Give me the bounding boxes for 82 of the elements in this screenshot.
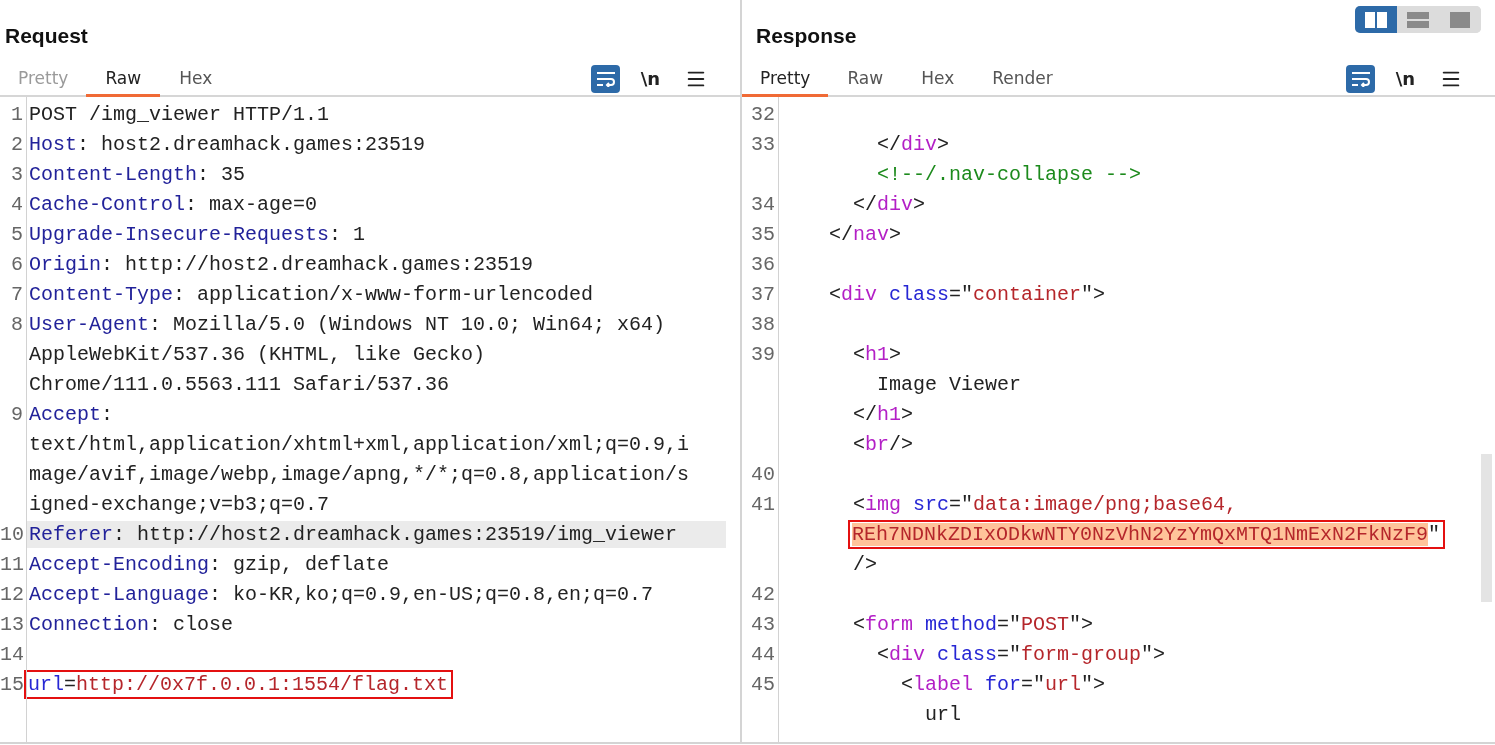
line-number: 43 <box>750 612 776 636</box>
line-number: 37 <box>750 282 776 306</box>
code-line: Origin: http://host2.dreamhack.games:23519 <box>28 251 534 278</box>
line-number: 2 <box>10 132 24 156</box>
line-number: 12 <box>0 582 25 606</box>
line-number: 4 <box>10 192 24 216</box>
line-number: 42 <box>750 582 776 606</box>
rows-icon <box>1407 11 1429 28</box>
tab[interactable]: Hex <box>160 62 232 97</box>
wrap-button[interactable] <box>591 64 620 93</box>
code-line: POST /img_viewer HTTP/1.1 <box>28 101 330 128</box>
tab[interactable]: Render <box>973 62 1072 97</box>
wrap-icon <box>595 70 616 87</box>
code-line: Chrome/111.0.5563.111 Safari/537.36 <box>28 371 450 398</box>
code-line: <img src="data:image/png;base64, <box>852 491 1238 518</box>
marked-code: REh7NDNkZDIxODkwNTY0NzVhN2YzYmQxMTQ1NmExN2FkNzF9" <box>848 519 1446 549</box>
line-number: 14 <box>0 642 25 666</box>
marked-code: url=http://0x7f.0.0.1:1554/flag.txt <box>24 669 454 699</box>
pane-title: Request <box>5 24 88 48</box>
code-line: Content-Length: 35 <box>28 161 246 188</box>
code-line: igned-exchange;v=b3;q=0.7 <box>28 491 330 518</box>
code-line: <div class="form-group"> <box>876 641 1166 668</box>
code-line: Accept-Encoding: gzip, deflate <box>28 551 390 578</box>
columns-icon <box>1365 11 1387 28</box>
code-line: </div> <box>876 131 950 158</box>
code-line: <form method="POST"> <box>852 611 1094 638</box>
line-number: 13 <box>0 612 25 636</box>
code-line: </h1> <box>852 401 914 428</box>
line-number: 41 <box>750 492 776 516</box>
line-number: 39 <box>750 342 776 366</box>
code-line: </div> <box>852 191 926 218</box>
tab[interactable]: Pretty <box>742 62 829 97</box>
newline-toggle[interactable]: \n <box>1391 64 1420 93</box>
line-number: 3 <box>10 162 24 186</box>
line-number: 33 <box>750 132 776 156</box>
line-number: 11 <box>0 552 25 576</box>
code-line: <div class="container"> <box>828 281 1106 308</box>
line-number: 8 <box>10 312 24 336</box>
wrap-button[interactable] <box>1346 64 1375 93</box>
newline-toggle[interactable]: \n <box>636 64 665 93</box>
tab[interactable]: Hex <box>902 62 974 97</box>
code-line: <br/> <box>852 431 914 458</box>
line-number: 6 <box>10 252 24 276</box>
line-number: 7 <box>10 282 24 306</box>
code-line: Cache-Control: max-age=0 <box>28 191 318 218</box>
line-number: 15 <box>0 672 25 696</box>
line-number: 32 <box>750 102 776 126</box>
tab[interactable]: Raw <box>86 62 161 97</box>
line-number: 35 <box>750 222 776 246</box>
code-line: <h1> <box>852 341 902 368</box>
code-line: <label for="url"> <box>900 671 1106 698</box>
code-line: text/html,application/xhtml+xml,application/xml;q=0.9,i <box>28 431 690 458</box>
line-number: 10 <box>0 522 25 546</box>
code-line: AppleWebKit/537.36 (KHTML, like Gecko) <box>28 341 486 368</box>
code-line: User-Agent: Mozilla/5.0 (Windows NT 10.0; Win64; x64) <box>28 311 666 338</box>
code-line: <!--/.nav-collapse --> <box>876 161 1142 188</box>
code-line: mage/avif,image/webp,image/apng,*/*;q=0.8,application/s <box>28 461 690 488</box>
single-panel-icon <box>1450 11 1470 28</box>
code-line: Accept-Language: ko-KR,ko;q=0.9,en-US;q=0.8,en;q=0.7 <box>28 581 654 608</box>
line-number: 45 <box>750 672 776 696</box>
line-number: 36 <box>750 252 776 276</box>
code-line: </nav> <box>828 221 902 248</box>
code-line: Upgrade-Insecure-Requests: 1 <box>28 221 366 248</box>
line-number: 9 <box>10 402 24 426</box>
line-number: 1 <box>10 102 24 126</box>
code-line: Image Viewer <box>876 371 1022 398</box>
code-line: /> <box>852 551 877 578</box>
layout-button[interactable] <box>1355 6 1397 33</box>
pane-title: Response <box>756 24 857 48</box>
line-number: 34 <box>750 192 776 216</box>
code-line: Accept: <box>28 401 114 428</box>
line-number: 40 <box>750 462 776 486</box>
code-line: Connection: close <box>28 611 234 638</box>
code-line: url <box>924 701 962 728</box>
line-number: 38 <box>750 312 776 336</box>
code-line: Content-Type: application/x-www-form-urlencoded <box>28 281 594 308</box>
line-number: 5 <box>10 222 24 246</box>
wrap-icon <box>1350 70 1371 87</box>
tab[interactable]: Raw <box>828 62 903 97</box>
code-line: Host: host2.dreamhack.games:23519 <box>28 131 426 158</box>
line-number: 44 <box>750 642 776 666</box>
scrollbar-thumb[interactable] <box>1481 454 1492 602</box>
